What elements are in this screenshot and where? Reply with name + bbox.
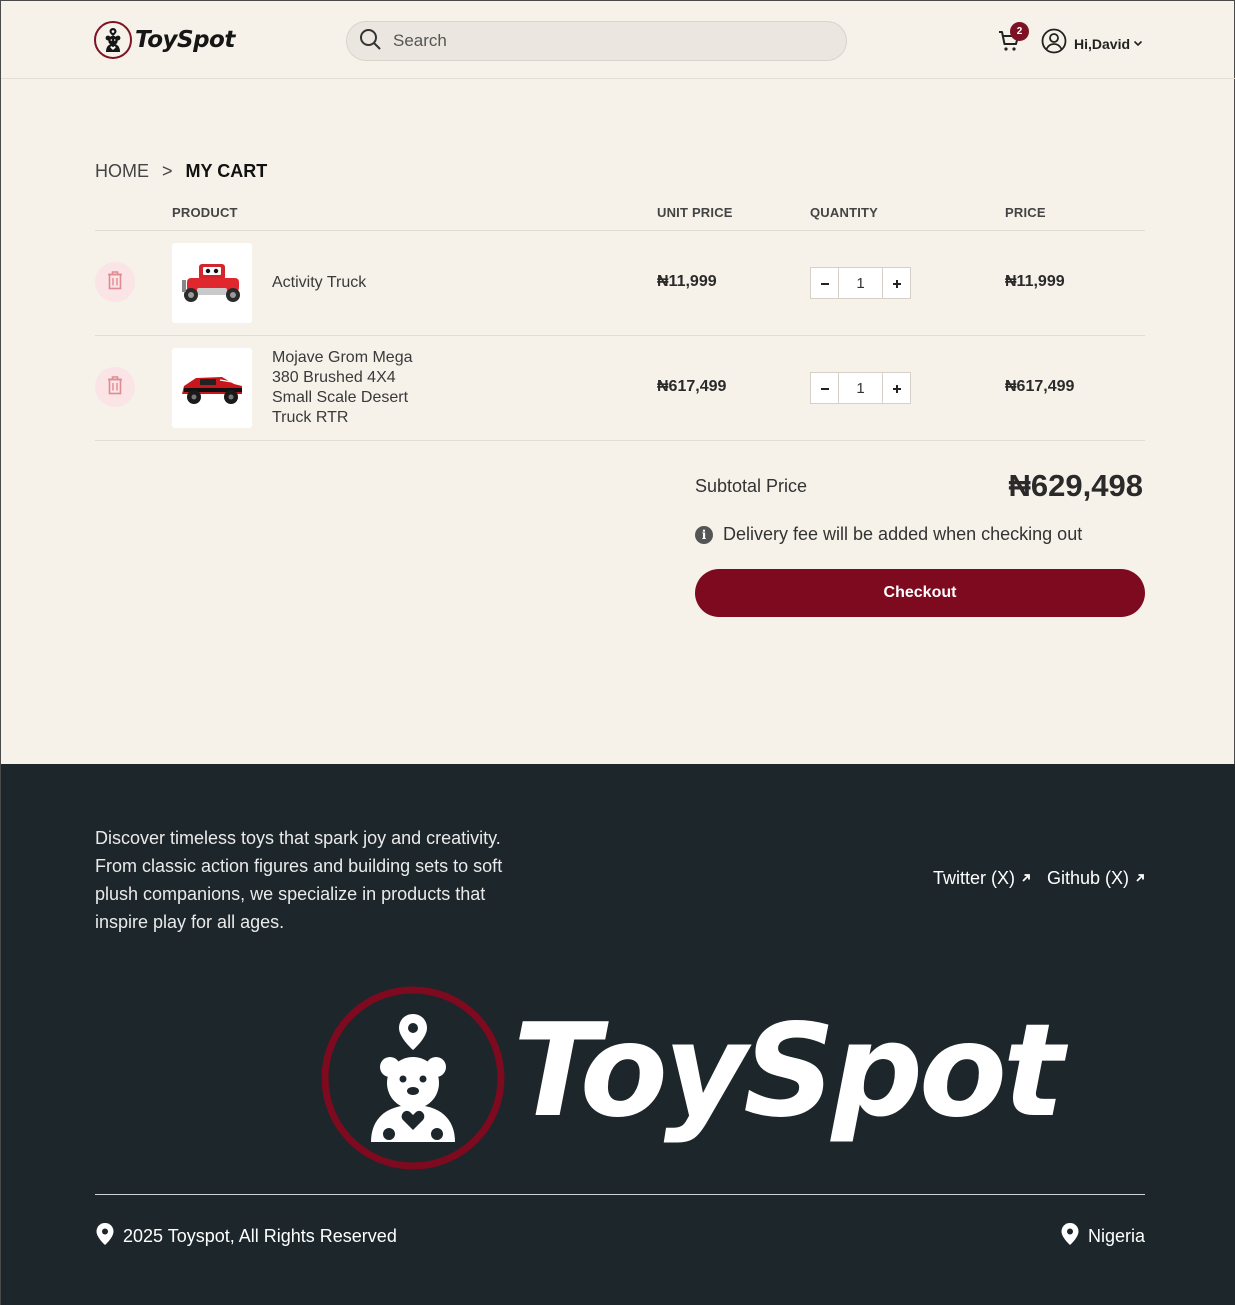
line-total-price: ₦11,999	[1005, 273, 1065, 290]
decrease-quantity-button[interactable]	[811, 268, 838, 298]
minus-icon	[820, 378, 830, 399]
col-product: PRODUCT	[172, 205, 238, 220]
subtotal-label: Subtotal Price	[695, 476, 808, 496]
breadcrumb-home[interactable]: HOME	[95, 161, 149, 182]
line-total-price: ₦617,499	[1005, 378, 1075, 395]
quantity-stepper: 1	[810, 267, 911, 299]
quantity-value[interactable]: 1	[838, 373, 883, 403]
product-name-line: 380 Brushed 4X4	[272, 369, 396, 386]
increase-quantity-button[interactable]	[883, 268, 910, 298]
breadcrumb-separator: >	[162, 161, 173, 181]
twitter-link-label: Twitter (X)	[932, 868, 1015, 888]
trash-icon	[106, 270, 124, 295]
site-footer: Discover timeless toys that spark joy an…	[1, 764, 1235, 1305]
bear-logo-icon	[94, 21, 132, 59]
checkout-button[interactable]: Checkout	[695, 569, 1145, 617]
increase-quantity-button[interactable]	[883, 373, 910, 403]
location-pin-icon	[95, 1222, 115, 1251]
footer-about-text: Discover timeless toys that spark joy an…	[95, 828, 503, 932]
subtotal-value: ₦629,498	[1008, 468, 1143, 503]
breadcrumb-current: MY CART	[185, 161, 268, 181]
remove-item-button[interactable]	[95, 262, 135, 302]
col-quantity: QUANTITY	[810, 205, 879, 220]
remove-item-button[interactable]	[95, 367, 135, 407]
delivery-note-text: Delivery fee will be added when checking…	[723, 524, 1083, 544]
footer-copyright: 2025 Toyspot, All Rights Reserved	[95, 1222, 397, 1251]
user-greeting: Hi,David	[1074, 35, 1131, 52]
search-bar[interactable]	[346, 21, 847, 61]
product-name[interactable]: Activity Truck	[272, 273, 366, 293]
breadcrumb: HOME > MY CART	[95, 161, 267, 182]
cart-row: Mojave Grom Mega 380 Brushed 4X4 Small S…	[95, 336, 1145, 441]
country-text: Nigeria	[1087, 1226, 1145, 1246]
cart-count-badge: 2	[1010, 22, 1029, 41]
github-link-label: Github (X)	[1046, 868, 1129, 888]
plus-icon	[892, 378, 902, 399]
delivery-note: i Delivery fee will be added when checki…	[695, 524, 1082, 545]
product-image[interactable]	[172, 348, 252, 428]
trash-icon	[106, 375, 124, 400]
github-link[interactable]: Github (X)	[1047, 868, 1145, 889]
user-icon	[1041, 28, 1067, 59]
footer-bear-logo-icon	[319, 984, 507, 1177]
plus-icon	[892, 273, 902, 294]
user-menu[interactable]: Hi,David	[1041, 28, 1143, 59]
quantity-value[interactable]: 1	[838, 268, 883, 298]
product-name-line: Mojave Grom Mega	[272, 349, 413, 366]
product-name-line: Small Scale Desert	[272, 389, 409, 406]
decrease-quantity-button[interactable]	[811, 373, 838, 403]
col-price: PRICE	[1005, 205, 1046, 220]
external-link-icon	[1135, 871, 1145, 886]
top-header: ToySpot 2 Hi,David	[1, 1, 1235, 79]
chevron-down-icon	[1133, 35, 1143, 53]
col-unit-price: UNIT PRICE	[657, 205, 733, 220]
quantity-stepper: 1	[810, 372, 911, 404]
cart-row: Activity Truck ₦11,999 1 ₦11,999	[95, 231, 1145, 336]
product-image[interactable]	[172, 243, 252, 323]
location-pin-icon	[1060, 1222, 1080, 1251]
footer-country: Nigeria	[1060, 1222, 1145, 1251]
footer-social-links: Twitter (X) Github (X)	[917, 868, 1145, 889]
search-input[interactable]	[393, 31, 793, 51]
footer-divider	[95, 1194, 1145, 1195]
footer-brand-name: ToySpot	[513, 997, 1064, 1146]
info-icon: i	[695, 525, 713, 544]
twitter-link[interactable]: Twitter (X)	[933, 868, 1031, 889]
cart-table-header: PRODUCT UNIT PRICE QUANTITY PRICE	[95, 197, 1145, 231]
unit-price: ₦11,999	[657, 273, 717, 290]
product-name-line: Truck RTR	[272, 409, 349, 426]
unit-price: ₦617,499	[657, 378, 727, 395]
product-name[interactable]: Mojave Grom Mega 380 Brushed 4X4 Small S…	[272, 348, 413, 428]
search-icon	[359, 28, 381, 55]
minus-icon	[820, 273, 830, 294]
brand-logo[interactable]: ToySpot	[94, 21, 235, 59]
brand-name: ToySpot	[135, 27, 235, 53]
copyright-text: 2025 Toyspot, All Rights Reserved	[123, 1226, 397, 1246]
external-link-icon	[1021, 871, 1031, 886]
